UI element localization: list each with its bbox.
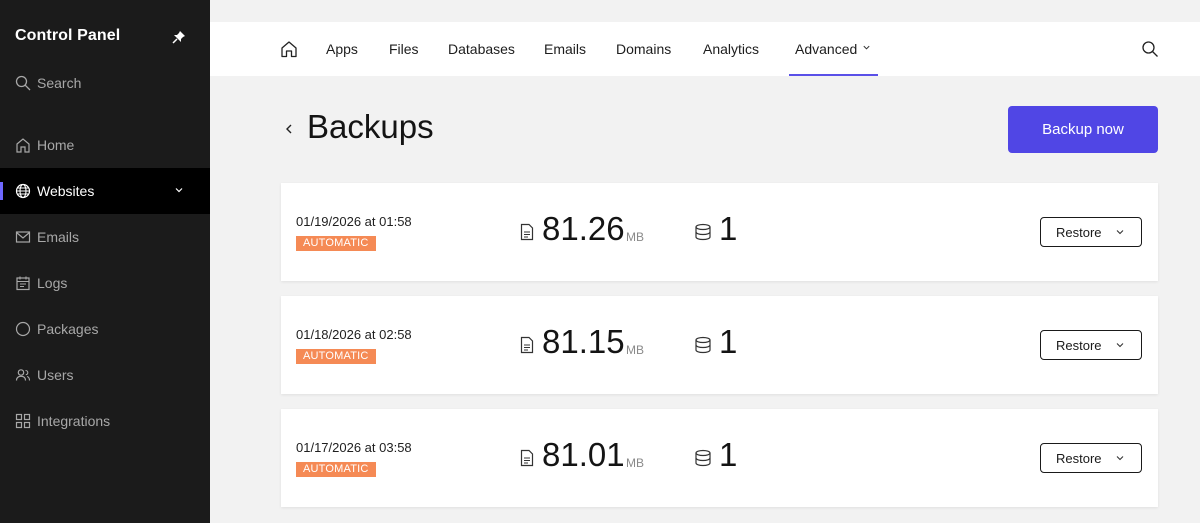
sidebar-item-emails[interactable]: Emails: [0, 214, 210, 260]
chevron-down-icon: [1115, 227, 1125, 237]
backup-size: 81.01: [542, 436, 625, 473]
tab-analytics[interactable]: Analytics: [703, 22, 759, 76]
backup-size-unit: MB: [626, 230, 644, 244]
restore-button[interactable]: Restore: [1040, 443, 1142, 473]
backup-date: 01/19/2026 at 01:58: [296, 214, 412, 229]
restore-button[interactable]: Restore: [1040, 217, 1142, 247]
restore-button[interactable]: Restore: [1040, 330, 1142, 360]
database-icon: [694, 223, 712, 241]
backup-date: 01/18/2026 at 02:58: [296, 327, 412, 342]
backup-card: 01/18/2026 at 02:58 AUTOMATIC 81.15 MB 1…: [281, 296, 1158, 394]
back-chevron-icon[interactable]: [283, 120, 295, 138]
tab-emails[interactable]: Emails: [544, 22, 586, 76]
database-count: 1: [719, 436, 738, 473]
page-title: Backups: [307, 108, 434, 145]
top-navigation: Apps Files Databases Emails Domains Anal…: [210, 22, 1200, 76]
chevron-down-icon: [862, 43, 871, 52]
database-icon: [694, 449, 712, 467]
restore-button-label: Restore: [1056, 337, 1102, 353]
sidebar-item-label: Home: [37, 137, 75, 153]
sidebar-item-label: Integrations: [37, 413, 111, 429]
chevron-down-icon: [174, 185, 184, 195]
mail-icon: [14, 228, 32, 246]
sidebar-item-users[interactable]: Users: [0, 352, 210, 398]
sidebar-item-logs[interactable]: Logs: [0, 260, 210, 306]
database-count: 1: [719, 210, 738, 247]
sidebar-item-websites[interactable]: Websites: [0, 168, 210, 214]
calendar-icon: [14, 274, 32, 292]
tab-advanced-label: Advanced: [795, 41, 858, 57]
file-icon: [520, 336, 534, 354]
backup-size: 81.15: [542, 323, 625, 360]
backup-size-unit: MB: [626, 343, 644, 357]
file-icon: [520, 449, 534, 467]
chevron-down-icon: [1115, 453, 1125, 463]
backup-date: 01/17/2026 at 03:58: [296, 440, 412, 455]
backup-card: 01/17/2026 at 03:58 AUTOMATIC 81.01 MB 1…: [281, 409, 1158, 507]
backup-type-badge: AUTOMATIC: [296, 462, 376, 477]
tab-domains[interactable]: Domains: [616, 22, 671, 76]
search-icon[interactable]: [1141, 40, 1159, 58]
tab-files[interactable]: Files: [389, 22, 419, 76]
sidebar-item-label: Websites: [37, 183, 95, 199]
brand-title: Control Panel: [15, 27, 121, 44]
file-icon: [520, 223, 534, 241]
sidebar-item-search[interactable]: Search: [0, 60, 210, 106]
database-count: 1: [719, 323, 738, 360]
backup-size-unit: MB: [626, 456, 644, 470]
sidebar-item-label: Logs: [37, 275, 68, 291]
sidebar: Control Panel Search Home Websites Email…: [0, 0, 210, 523]
sidebar-item-home[interactable]: Home: [0, 122, 210, 168]
backup-type-badge: AUTOMATIC: [296, 349, 376, 364]
sidebar-item-label: Emails: [37, 229, 80, 245]
backup-type-badge: AUTOMATIC: [296, 236, 376, 251]
backup-now-button[interactable]: Backup now: [1008, 106, 1158, 153]
backup-card: 01/19/2026 at 01:58 AUTOMATIC 81.26 MB 1…: [281, 183, 1158, 281]
home-icon[interactable]: [280, 40, 298, 58]
database-icon: [694, 336, 712, 354]
circle-icon: [14, 320, 32, 338]
sidebar-item-label: Search: [37, 75, 82, 91]
restore-button-label: Restore: [1056, 224, 1102, 240]
sidebar-item-packages[interactable]: Packages: [0, 306, 210, 352]
pin-icon[interactable]: [171, 29, 187, 45]
globe-icon: [14, 182, 32, 200]
chevron-down-icon: [1115, 340, 1125, 350]
sidebar-item-label: Packages: [37, 321, 99, 337]
tab-databases[interactable]: Databases: [448, 22, 515, 76]
grid-icon: [14, 412, 32, 430]
users-icon: [14, 366, 32, 384]
backup-size: 81.26: [542, 210, 625, 247]
tab-advanced[interactable]: Advanced: [788, 22, 879, 76]
home-icon: [14, 136, 32, 154]
tab-apps[interactable]: Apps: [326, 22, 358, 76]
sidebar-item-integrations[interactable]: Integrations: [0, 398, 210, 444]
sidebar-item-label: Users: [37, 367, 74, 383]
search-icon: [14, 74, 32, 92]
restore-button-label: Restore: [1056, 450, 1102, 466]
